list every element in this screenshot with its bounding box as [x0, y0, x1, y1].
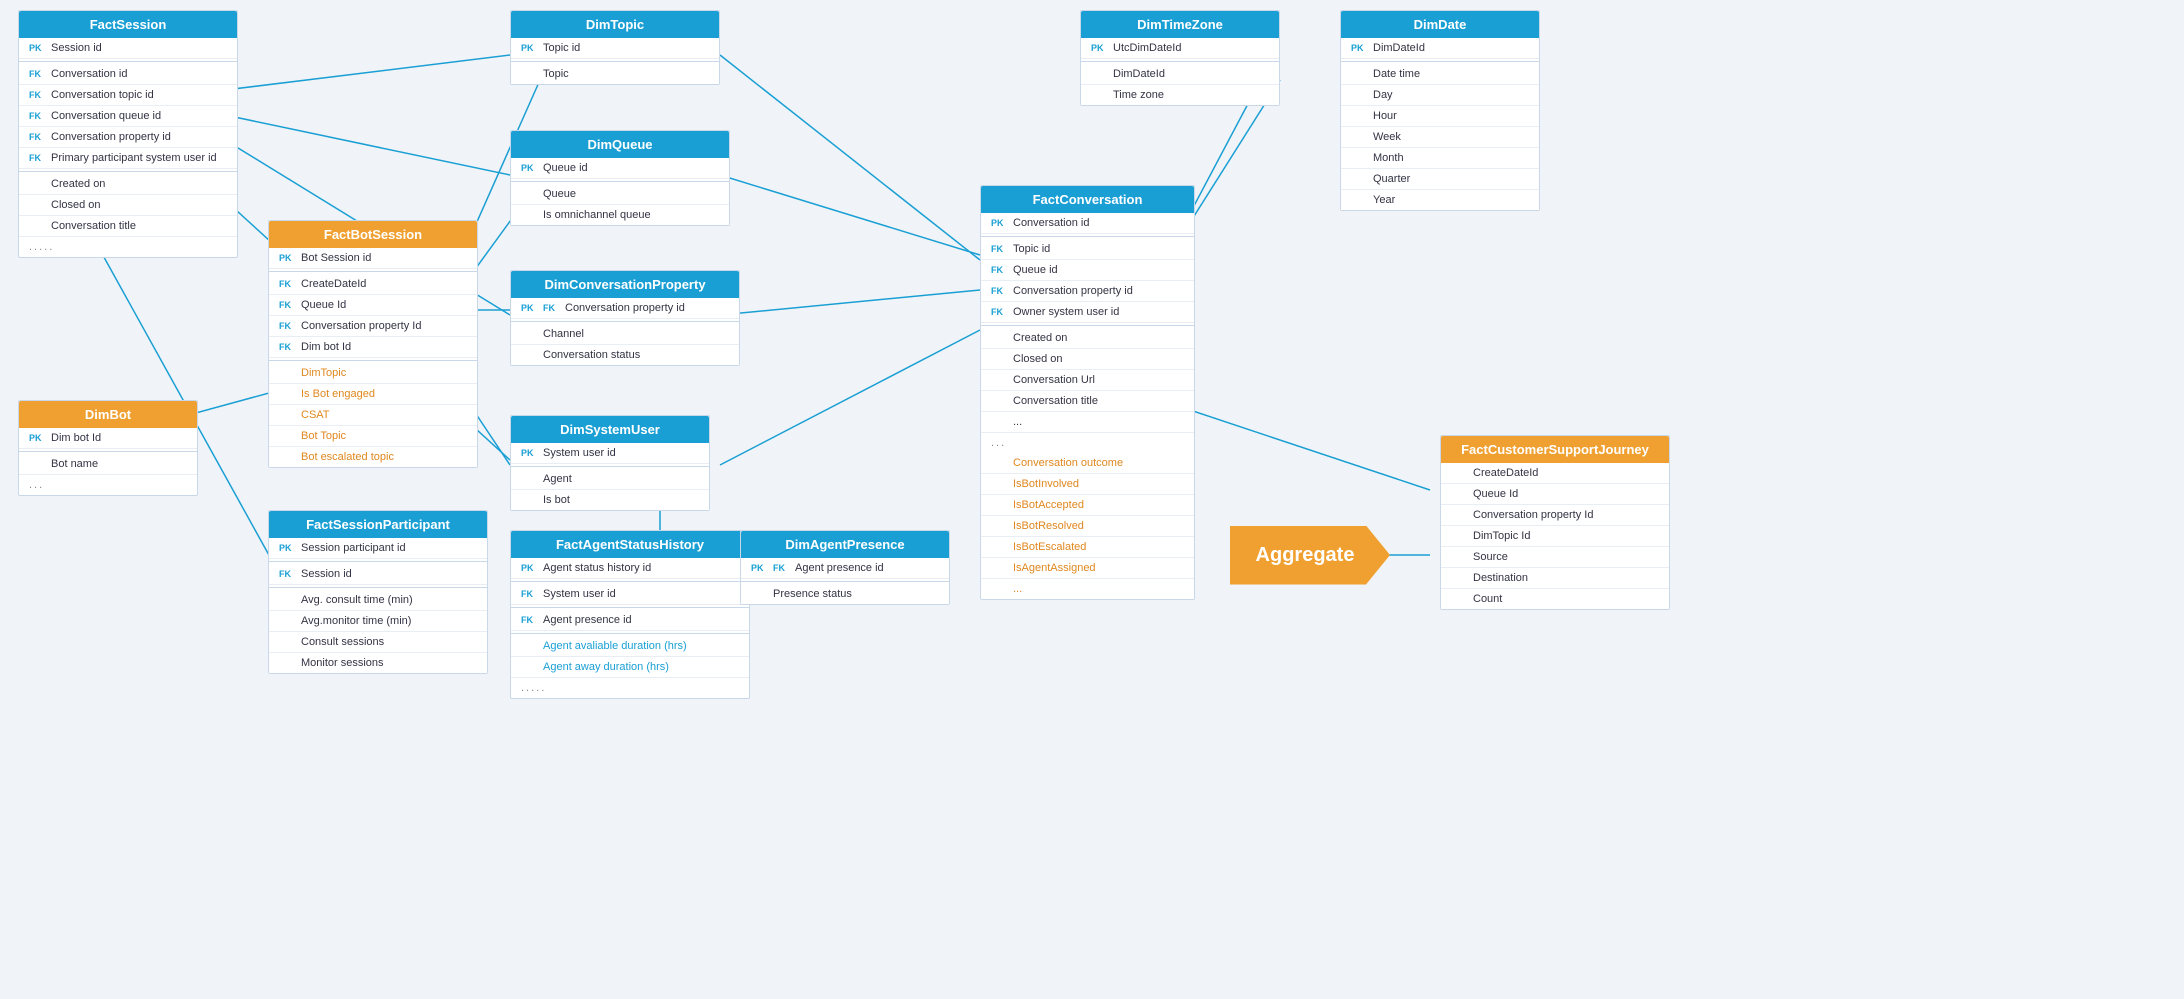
- dim-topic-header: DimTopic: [511, 11, 719, 38]
- dim-agent-presence-fields: PKFKAgent presence id Presence status: [741, 558, 949, 604]
- dim-bot-fields: PKDim bot Id Bot name ...: [19, 428, 197, 495]
- dim-queue-entity: DimQueue PKQueue id Queue Is omnichannel…: [510, 130, 730, 226]
- fact-session-participant-fields: PKSession participant id FKSession id Av…: [269, 538, 487, 673]
- aggregate-arrow: Aggregate: [1200, 520, 1420, 590]
- dim-date-header: DimDate: [1341, 11, 1539, 38]
- dim-timezone-fields: PKUtcDimDateId DimDateId Time zone: [1081, 38, 1279, 105]
- fact-agent-status-history-header: FactAgentStatusHistory: [511, 531, 749, 558]
- dim-queue-header: DimQueue: [511, 131, 729, 158]
- dim-bot-entity: DimBot PKDim bot Id Bot name ...: [18, 400, 198, 496]
- dim-system-user-header: DimSystemUser: [511, 416, 709, 443]
- dim-conversation-property-fields: PKFKConversation property id Channel Con…: [511, 298, 739, 365]
- dim-queue-fields: PKQueue id Queue Is omnichannel queue: [511, 158, 729, 225]
- dim-date-entity: DimDate PKDimDateId Date time Day Hour W…: [1340, 10, 1540, 211]
- dim-topic-entity: DimTopic PKTopic id Topic: [510, 10, 720, 85]
- aggregate-label: Aggregate: [1230, 526, 1390, 585]
- dim-date-fields: PKDimDateId Date time Day Hour Week Mont…: [1341, 38, 1539, 210]
- fact-bot-session-header: FactBotSession: [269, 221, 477, 248]
- fact-session-fields: PKSession id FKConversation id FKConvers…: [19, 38, 237, 257]
- fact-conversation-header: FactConversation: [981, 186, 1194, 213]
- diagram-canvas: FactSession PKSession id FKConversation …: [0, 0, 2184, 999]
- dim-conversation-property-header: DimConversationProperty: [511, 271, 739, 298]
- dim-agent-presence-entity: DimAgentPresence PKFKAgent presence id P…: [740, 530, 950, 605]
- fact-bot-session-entity: FactBotSession PKBot Session id FKCreate…: [268, 220, 478, 468]
- dim-agent-presence-header: DimAgentPresence: [741, 531, 949, 558]
- fact-bot-session-fields: PKBot Session id FKCreateDateId FKQueue …: [269, 248, 477, 467]
- fact-session-entity: FactSession PKSession id FKConversation …: [18, 10, 238, 258]
- dim-topic-fields: PKTopic id Topic: [511, 38, 719, 84]
- fact-customer-support-journey-entity: FactCustomerSupportJourney CreateDateId …: [1440, 435, 1670, 610]
- dim-conversation-property-entity: DimConversationProperty PKFKConversation…: [510, 270, 740, 366]
- dim-system-user-fields: PKSystem user id Agent Is bot: [511, 443, 709, 510]
- fact-session-participant-header: FactSessionParticipant: [269, 511, 487, 538]
- fact-session-participant-entity: FactSessionParticipant PKSession partici…: [268, 510, 488, 674]
- fact-agent-status-history-entity: FactAgentStatusHistory PKAgent status hi…: [510, 530, 750, 699]
- fact-customer-support-journey-header: FactCustomerSupportJourney: [1441, 436, 1669, 463]
- dim-bot-header: DimBot: [19, 401, 197, 428]
- fact-agent-status-history-fields: PKAgent status history id FKSystem user …: [511, 558, 749, 698]
- dim-timezone-entity: DimTimeZone PKUtcDimDateId DimDateId Tim…: [1080, 10, 1280, 106]
- fact-conversation-fields: PKConversation id FKTopic id FKQueue id …: [981, 213, 1194, 599]
- dim-system-user-entity: DimSystemUser PKSystem user id Agent Is …: [510, 415, 710, 511]
- fact-customer-support-journey-fields: CreateDateId Queue Id Conversation prope…: [1441, 463, 1669, 609]
- fact-session-header: FactSession: [19, 11, 237, 38]
- fact-conversation-entity: FactConversation PKConversation id FKTop…: [980, 185, 1195, 600]
- dim-timezone-header: DimTimeZone: [1081, 11, 1279, 38]
